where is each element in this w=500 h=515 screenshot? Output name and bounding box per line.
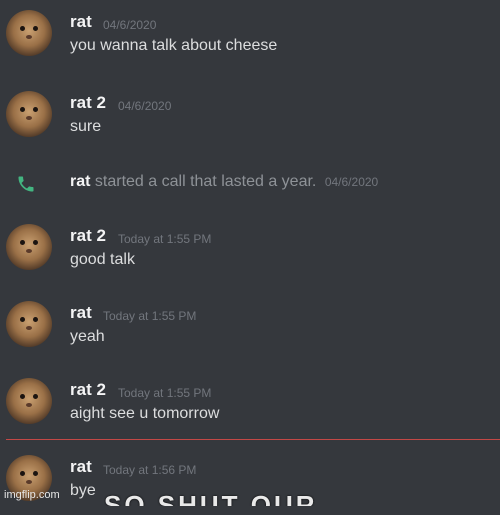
call-timestamp: 04/6/2020 — [324, 175, 379, 189]
call-system-message: rat started a call that lasted a year. 0… — [0, 172, 500, 196]
phone-icon — [18, 176, 34, 192]
message-text: you wanna talk about cheese — [70, 37, 278, 54]
chat-log: rat 04/6/2020 you wanna talk about chees… — [0, 0, 500, 506]
username[interactable]: rat — [70, 303, 92, 323]
avatar[interactable] — [6, 301, 52, 347]
message: rat Today at 1:56 PM bye — [0, 455, 500, 515]
message-text: good talk — [70, 251, 135, 268]
message-text: aight see u tomorrow — [70, 405, 220, 422]
timestamp: Today at 1:55 PM — [103, 309, 197, 323]
avatar[interactable] — [6, 224, 52, 270]
call-description: started a call that lasted a year. — [94, 173, 317, 190]
username[interactable]: rat — [70, 12, 92, 32]
new-messages-divider — [6, 439, 500, 440]
message: rat 2 Today at 1:55 PM aight see u tomor… — [0, 378, 500, 438]
timestamp: Today at 1:55 PM — [118, 232, 212, 246]
call-username[interactable]: rat — [70, 173, 90, 190]
avatar[interactable] — [6, 91, 52, 137]
message: rat Today at 1:55 PM yeah — [0, 301, 500, 361]
message-text: sure — [70, 118, 102, 135]
username[interactable]: rat 2 — [70, 380, 106, 400]
call-text-line: rat started a call that lasted a year. 0… — [70, 173, 378, 191]
message: rat 2 04/6/2020 sure — [0, 91, 500, 151]
username[interactable]: rat 2 — [70, 93, 106, 113]
watermark: imgflip.com — [4, 489, 60, 501]
timestamp: Today at 1:56 PM — [103, 463, 197, 477]
username[interactable]: rat 2 — [70, 226, 106, 246]
timestamp: Today at 1:55 PM — [118, 386, 212, 400]
username[interactable]: rat — [70, 457, 92, 477]
message: rat 04/6/2020 you wanna talk about chees… — [0, 10, 500, 70]
avatar[interactable] — [6, 378, 52, 424]
message-text: bye — [70, 482, 96, 499]
message-text: yeah — [70, 328, 105, 345]
timestamp: 04/6/2020 — [118, 99, 172, 113]
message: rat 2 Today at 1:55 PM good talk — [0, 224, 500, 284]
avatar[interactable] — [6, 10, 52, 56]
timestamp: 04/6/2020 — [103, 18, 157, 32]
